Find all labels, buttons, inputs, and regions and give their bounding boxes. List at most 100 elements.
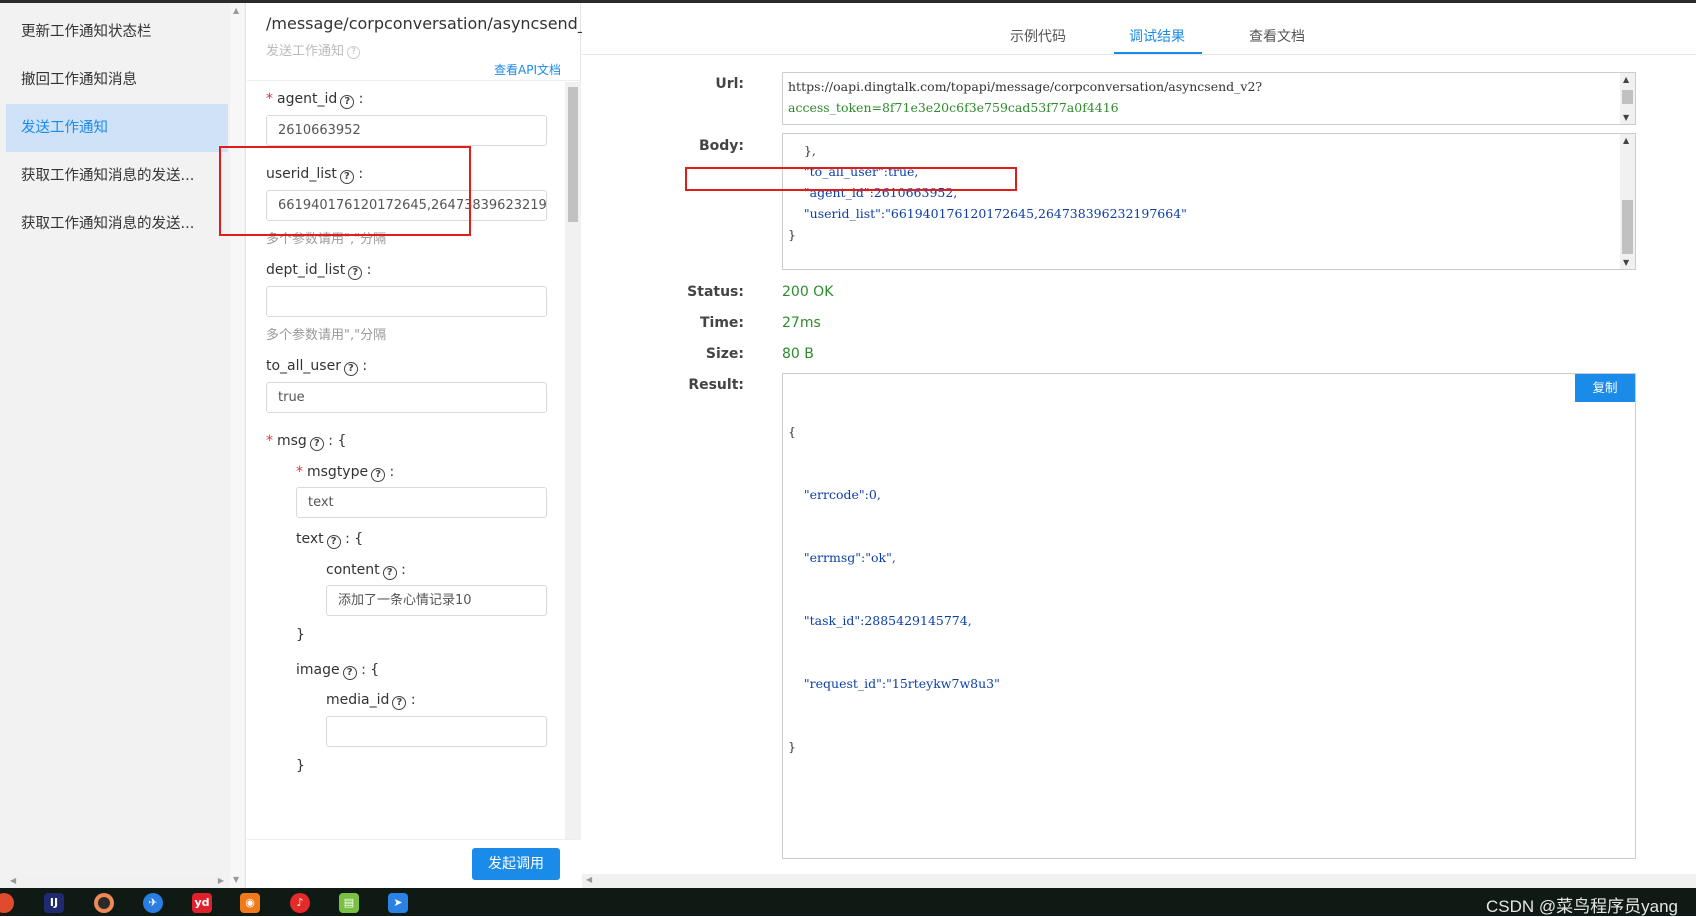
form-scrollbar[interactable] (565, 82, 581, 839)
size-value: 80 B (782, 346, 814, 362)
api-subtitle-text: 发送工作通知 (266, 44, 345, 59)
youdao-icon[interactable]: yd (192, 893, 212, 913)
request-form-panel: /message/corpconversation/asyncsend_v2 发… (247, 3, 605, 888)
active-tab-indicator (1114, 52, 1202, 54)
scroll-up-arrow-icon[interactable]: ▲ (1623, 136, 1629, 145)
music-icon[interactable]: ♪ (290, 893, 310, 913)
help-icon[interactable]: ? (348, 266, 363, 280)
taskbar: IJ ✈ yd ◉ ♪ ▤ ➤ CSDN @菜鸟程序员yang (0, 888, 1696, 916)
copy-button[interactable]: 复制 (1575, 374, 1635, 402)
dept-id-list-label-text: dept_id_list (266, 262, 346, 278)
invoke-call-button[interactable]: 发起调用 (472, 848, 560, 880)
result-tabs: 示例代码 调试结果 查看文档 (582, 3, 1696, 55)
sidebar-item-get-send-progress[interactable]: 获取工作通知消息的发送... (6, 152, 228, 200)
view-api-doc-link[interactable]: 查看API文档 (494, 61, 561, 78)
tab-debug-result[interactable]: 调试结果 (1129, 26, 1185, 46)
agent-id-input[interactable]: 2610663952 (266, 115, 547, 146)
result-label: Result: (688, 377, 744, 393)
sidebar-item-send-notification[interactable]: 发送工作通知 (6, 104, 228, 152)
help-icon[interactable]: ? (326, 535, 341, 549)
browser-icon[interactable]: ✈ (143, 893, 163, 913)
scroll-left-arrow-icon[interactable]: ◀ (10, 876, 16, 885)
url-scrollbar-thumb[interactable] (1622, 90, 1633, 104)
result-horizontal-scrollbar[interactable]: ◀ (582, 874, 1696, 888)
msg-label: * msg? : { (266, 433, 346, 451)
result-panel: 示例代码 调试结果 查看文档 Url: https://oapi.dingtal… (582, 3, 1696, 888)
text-label: text? : { (296, 531, 363, 549)
status-label: Status: (687, 284, 744, 300)
result-text: { "errcode":0, "errmsg":"ok", "task_id":… (788, 379, 1000, 799)
scroll-down-arrow-icon[interactable]: ▼ (1623, 258, 1629, 267)
tab-view-docs[interactable]: 查看文档 (1249, 26, 1305, 46)
help-icon[interactable]: ? (347, 46, 361, 59)
scroll-down-arrow-icon[interactable]: ▼ (1623, 113, 1629, 122)
sidebar-item-recall-message[interactable]: 撤回工作通知消息 (6, 56, 228, 104)
url-box[interactable]: https://oapi.dingtalk.com/topapi/message… (782, 72, 1636, 125)
body-line: "userid_list":"661940176120172645,264738… (788, 206, 1187, 221)
tab-sample-code[interactable]: 示例代码 (1010, 26, 1066, 46)
result-line: "errmsg":"ok", (788, 550, 896, 565)
notepad-icon[interactable]: ▤ (339, 893, 359, 913)
form-scrollbar-thumb[interactable] (568, 87, 578, 222)
result-line: "errcode":0, (788, 487, 881, 502)
content-input[interactable]: 添加了一条心情记录10 (326, 585, 547, 616)
help-icon[interactable]: ? (392, 696, 407, 710)
to-all-user-label-text: to_all_user (266, 358, 341, 374)
help-icon[interactable]: ? (343, 362, 358, 376)
url-text: https://oapi.dingtalk.com/topapi/message… (788, 76, 1262, 118)
app-window: 更新工作通知状态栏 撤回工作通知消息 发送工作通知 获取工作通知消息的发送...… (0, 0, 1696, 916)
sidebar-scrollbar[interactable]: ▲ ▼ (230, 3, 244, 888)
scroll-down-arrow-icon[interactable]: ▼ (233, 875, 239, 884)
url-token-line: access_token=8f71e3e20c6f3e759cad53f77a0… (788, 100, 1119, 115)
scroll-left-arrow-icon[interactable]: ◀ (586, 875, 592, 884)
label-colon: : (401, 562, 406, 578)
required-mark: * (266, 91, 273, 107)
image-close-brace: } (296, 758, 305, 774)
help-icon[interactable]: ? (309, 437, 324, 451)
media-id-label: media_id? : (326, 692, 416, 710)
body-scrollbar[interactable]: ▲ ▼ (1620, 134, 1635, 269)
time-label: Time: (699, 315, 744, 331)
label-colon: : (389, 464, 395, 480)
to-all-user-input[interactable]: true (266, 382, 547, 413)
media-id-label-text: media_id (326, 692, 390, 708)
content-label-text: content (326, 562, 380, 578)
scroll-right-arrow-icon[interactable]: ▶ (218, 876, 224, 885)
label-colon: : (358, 91, 364, 107)
url-scrollbar[interactable]: ▲ ▼ (1620, 73, 1635, 124)
help-icon[interactable]: ? (340, 95, 355, 109)
sidebar-horizontal-scrollbar[interactable]: ◀ ▶ (6, 876, 228, 888)
result-line: "task_id":2885429145774, (788, 613, 972, 628)
chrome-icon[interactable] (0, 893, 14, 913)
body-box[interactable]: }, "to_all_user":true, "agent_id":261066… (782, 133, 1636, 270)
color-picker-icon[interactable] (94, 893, 114, 913)
text-label-text: text (296, 531, 324, 547)
label-colon-brace: : { (328, 433, 347, 449)
form-header: /message/corpconversation/asyncsend_v2 发… (247, 3, 605, 81)
body-text: }, "to_all_user":true, "agent_id":261066… (788, 140, 1187, 245)
sidebar-item-get-send-result[interactable]: 获取工作通知消息的发送... (6, 200, 228, 248)
result-box[interactable]: { "errcode":0, "errmsg":"ok", "task_id":… (782, 373, 1636, 859)
scroll-up-arrow-icon[interactable]: ▲ (233, 6, 239, 15)
help-icon[interactable]: ? (382, 566, 397, 580)
help-icon[interactable]: ? (371, 468, 386, 482)
sidebar: 更新工作通知状态栏 撤回工作通知消息 发送工作通知 获取工作通知消息的发送...… (0, 3, 246, 888)
intellij-icon[interactable]: IJ (44, 893, 64, 913)
body-line: }, (788, 143, 816, 158)
msgtype-input[interactable]: text (296, 487, 547, 518)
required-mark: * (266, 433, 273, 449)
label-colon-brace: : { (345, 531, 364, 547)
label-colon: : (410, 692, 416, 708)
help-icon[interactable]: ? (342, 666, 357, 680)
feishu-icon[interactable]: ➤ (388, 893, 408, 913)
sidebar-item-update-status-bar[interactable]: 更新工作通知状态栏 (6, 8, 228, 56)
app-icon[interactable]: ◉ (240, 893, 260, 913)
dept-id-list-input[interactable] (266, 286, 547, 317)
to-all-user-label: to_all_user? : (266, 358, 367, 376)
highlight-box-userid (219, 146, 471, 236)
url-line: https://oapi.dingtalk.com/topapi/message… (788, 79, 1263, 94)
scroll-up-arrow-icon[interactable]: ▲ (1623, 75, 1629, 84)
media-id-input[interactable] (326, 716, 547, 747)
body-scrollbar-thumb[interactable] (1622, 200, 1633, 254)
form-footer: 发起调用 (247, 839, 581, 888)
